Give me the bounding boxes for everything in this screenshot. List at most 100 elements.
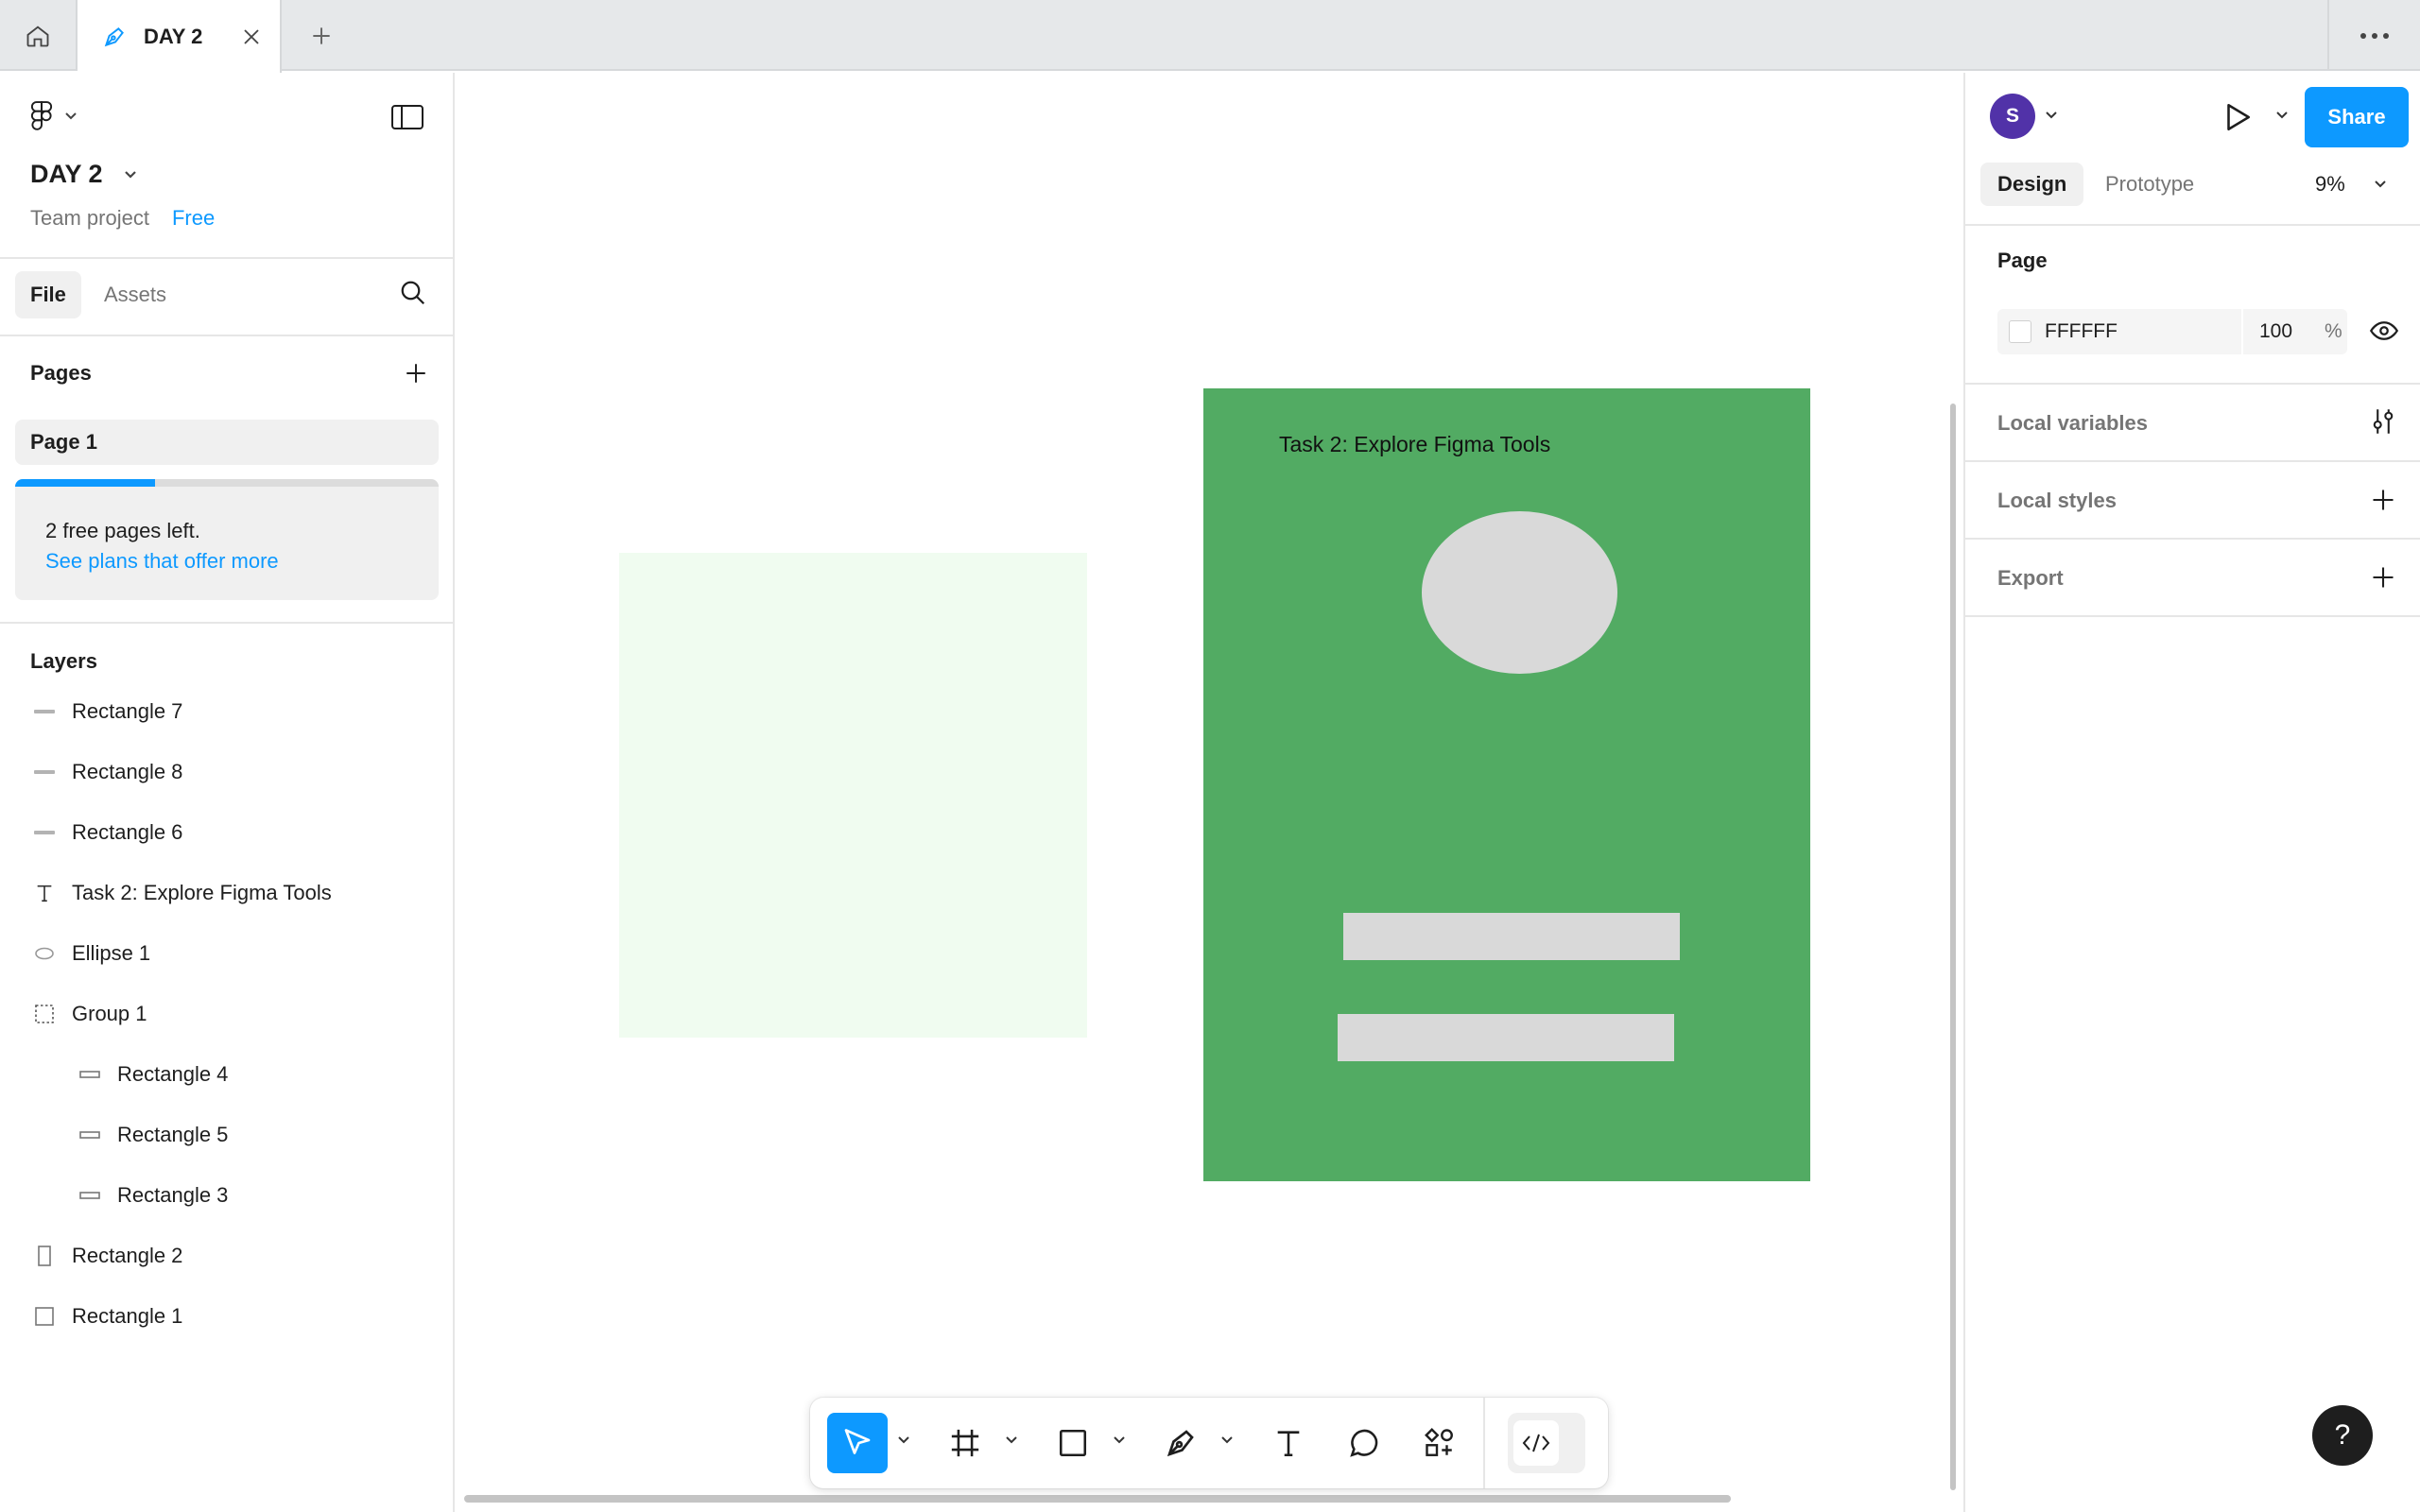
frame-green[interactable]: Task 2: Explore Figma Tools — [1203, 388, 1810, 1181]
sliders-icon[interactable] — [2370, 407, 2396, 436]
divider — [1965, 224, 2420, 226]
bottom-toolbar — [810, 1398, 1608, 1488]
layer-label: Rectangle 3 — [117, 1183, 229, 1207]
figma-logo-icon — [28, 101, 55, 131]
more-icon[interactable] — [2327, 0, 2420, 71]
move-tool-icon[interactable] — [827, 1413, 888, 1473]
divider — [1965, 615, 2420, 617]
layer-row[interactable]: Task 2: Explore Figma Tools — [0, 863, 454, 923]
text-icon — [28, 883, 60, 903]
ellipse-icon — [28, 947, 60, 960]
pen-tool-icon[interactable] — [1150, 1413, 1211, 1473]
layer-label: Rectangle 6 — [72, 820, 183, 844]
text-tool-icon[interactable] — [1258, 1413, 1319, 1473]
background-hex[interactable]: FFFFFF — [2045, 320, 2118, 343]
layer-row[interactable]: Rectangle 6 — [0, 802, 454, 863]
comment-tool-icon[interactable] — [1334, 1413, 1394, 1473]
horizontal-scrollbar[interactable] — [464, 1495, 1731, 1503]
see-plans-link[interactable]: See plans that offer more — [45, 549, 279, 574]
share-button[interactable]: Share — [2305, 87, 2409, 147]
dev-mode-toggle[interactable] — [1508, 1413, 1585, 1473]
plus-icon[interactable] — [2370, 564, 2396, 591]
export-label[interactable]: Export — [1997, 566, 2064, 591]
flat-rect-icon — [74, 1191, 106, 1200]
pen-file-icon — [102, 25, 127, 49]
file-title[interactable]: DAY 2 — [30, 160, 137, 189]
local-variables-label[interactable]: Local variables — [1997, 411, 2148, 436]
actions-tool-icon[interactable] — [1409, 1413, 1470, 1473]
rectangle-bar[interactable] — [1343, 913, 1680, 960]
pages-left-text: 2 free pages left. — [45, 519, 200, 542]
pages-header: Pages — [30, 361, 92, 385]
layer-label: Rectangle 4 — [117, 1062, 229, 1086]
layer-label: Rectangle 8 — [72, 760, 183, 783]
right-panel: S Share Design Prototype 9% Page FFFFFF … — [1963, 73, 2420, 1512]
chevron-down-icon[interactable] — [1005, 1435, 1018, 1445]
rectangle-tool-icon[interactable] — [1043, 1413, 1103, 1473]
zoom-dropdown[interactable]: 9% — [2315, 163, 2387, 206]
frame-heading-text[interactable]: Task 2: Explore Figma Tools — [1279, 432, 1550, 457]
plan-badge[interactable]: Free — [172, 206, 215, 231]
tab-assets[interactable]: Assets — [104, 271, 166, 318]
plus-icon[interactable] — [2370, 487, 2396, 513]
layer-row[interactable]: Rectangle 1 — [0, 1286, 454, 1347]
tab-prototype[interactable]: Prototype — [2105, 163, 2194, 206]
help-button[interactable]: ? — [2312, 1405, 2373, 1466]
page-item[interactable]: Page 1 — [15, 420, 439, 465]
divider — [0, 335, 453, 336]
color-swatch[interactable] — [2009, 320, 2031, 343]
chevron-down-icon[interactable] — [2045, 111, 2058, 120]
divider — [1965, 383, 2420, 385]
search-icon[interactable] — [399, 279, 427, 307]
play-icon[interactable] — [2221, 101, 2253, 133]
eye-icon[interactable] — [2370, 318, 2398, 343]
chevron-down-icon — [124, 170, 137, 180]
tab-design[interactable]: Design — [1980, 163, 2084, 206]
chevron-down-icon[interactable] — [1113, 1435, 1126, 1445]
close-icon[interactable] — [240, 26, 263, 48]
rectangle-light-green[interactable] — [619, 553, 1087, 1038]
frame-tool-icon[interactable] — [935, 1413, 995, 1473]
ellipse-shape[interactable] — [1422, 511, 1617, 674]
layer-row[interactable]: Rectangle 7 — [0, 681, 454, 742]
page-background-field[interactable]: FFFFFF 100 % — [1997, 309, 2347, 354]
layer-row[interactable]: Rectangle 8 — [0, 742, 454, 802]
divider — [0, 622, 453, 624]
divider — [1965, 460, 2420, 462]
tab-file[interactable]: File — [15, 271, 81, 318]
rectangle-bar[interactable] — [1338, 1014, 1674, 1061]
avatar[interactable]: S — [1990, 94, 2035, 139]
layer-row[interactable]: Ellipse 1 — [0, 923, 454, 984]
layer-row[interactable]: Rectangle 3 — [0, 1165, 454, 1226]
add-page-icon[interactable] — [404, 361, 428, 386]
flat-rect-icon — [74, 1070, 106, 1079]
team-label[interactable]: Team project — [30, 206, 149, 231]
chevron-down-icon[interactable] — [897, 1435, 910, 1445]
tall-rect-icon — [28, 1246, 60, 1266]
layer-label: Task 2: Explore Figma Tools — [72, 881, 332, 904]
vertical-scrollbar[interactable] — [1950, 404, 1956, 1490]
chevron-down-icon[interactable] — [1220, 1435, 1234, 1445]
canvas[interactable]: Task 2: Explore Figma Tools — [457, 73, 1963, 1512]
page-section-title: Page — [1997, 249, 2048, 272]
plus-icon[interactable] — [302, 17, 340, 55]
left-panel: DAY 2 Team project Free File Assets Page… — [0, 73, 455, 1512]
main-menu-button[interactable] — [28, 101, 78, 131]
chevron-down-icon — [2374, 180, 2387, 189]
group-icon — [28, 1004, 60, 1024]
document-tab[interactable]: DAY 2 — [78, 0, 282, 73]
layer-row[interactable]: Rectangle 2 — [0, 1226, 454, 1286]
layers-list: Rectangle 7 Rectangle 8 Rectangle 6 Task 2:… — [0, 681, 454, 1347]
flat-rect-icon — [74, 1130, 106, 1140]
layer-row[interactable]: Rectangle 5 — [0, 1105, 454, 1165]
local-styles-label[interactable]: Local styles — [1997, 489, 2117, 513]
layer-label: Rectangle 5 — [117, 1123, 229, 1146]
chevron-down-icon[interactable] — [2275, 111, 2289, 120]
layer-row[interactable]: Rectangle 4 — [0, 1044, 454, 1105]
background-opacity[interactable]: 100 — [2259, 320, 2292, 343]
home-icon[interactable] — [0, 0, 78, 71]
zoom-value: 9% — [2315, 172, 2345, 196]
divider — [1965, 538, 2420, 540]
layer-row[interactable]: Group 1 — [0, 984, 454, 1044]
sidebar-toggle-icon[interactable] — [391, 105, 424, 129]
